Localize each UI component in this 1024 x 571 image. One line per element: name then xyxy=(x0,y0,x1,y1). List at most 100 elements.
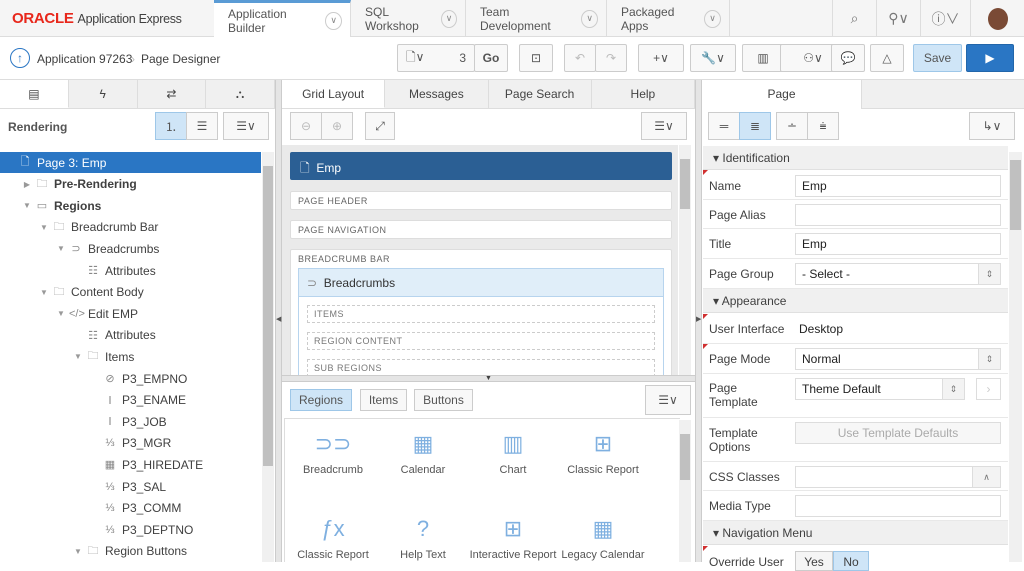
tab-packaged-apps[interactable]: Packaged Apps ∨ xyxy=(607,0,730,37)
expand-toggle-icon[interactable]: ▼ xyxy=(55,244,67,253)
gallery-item[interactable]: ▦ Calendar xyxy=(378,430,468,476)
ordered-list-icon[interactable]: ⒈ xyxy=(155,112,187,140)
gallery-item[interactable]: ▥ Chart xyxy=(468,430,558,476)
tree-node[interactable]: ▼ </> Edit EMP xyxy=(0,303,261,324)
region-content-slot[interactable]: REGION CONTENT xyxy=(307,332,655,350)
chevron-up-icon[interactable]: ∧ xyxy=(972,467,1000,487)
grid-scrollbar[interactable] xyxy=(679,145,691,377)
utilities-menu-button[interactable]: 🔧∨ xyxy=(690,44,736,72)
gallery-tab-regions[interactable]: Regions xyxy=(290,389,352,411)
tree-node[interactable]: ▼ 🗀 Items xyxy=(0,346,261,367)
page-header-slot[interactable]: PAGE HEADER xyxy=(290,191,672,210)
tree-node[interactable]: ▼ 🗀 Content Body xyxy=(0,282,261,303)
tree-node[interactable]: ▦ P3_HIREDATE xyxy=(0,454,261,475)
tree-node[interactable]: Ⅰ P3_ENAME xyxy=(0,390,261,411)
page-alias-input[interactable] xyxy=(795,204,1001,226)
expand-toggle-icon[interactable]: ▼ xyxy=(72,352,84,361)
gallery-item[interactable]: ⊃⊃ Breadcrumb xyxy=(288,430,378,476)
properties-scrollbar[interactable] xyxy=(1009,152,1022,562)
processing-icon[interactable]: ⇄ xyxy=(138,80,207,108)
dynamic-actions-icon[interactable]: ϟ xyxy=(69,80,138,108)
tree-node[interactable]: ▼ ⊃ Breadcrumbs xyxy=(0,238,261,259)
right-splitter[interactable]: ▶ xyxy=(695,80,702,562)
expand-toggle-icon[interactable]: ▼ xyxy=(72,547,84,556)
redo-icon[interactable]: ↷ xyxy=(595,44,627,72)
menu-button[interactable]: ☰∨ xyxy=(223,112,269,140)
chevron-down-icon[interactable]: ∨ xyxy=(704,9,721,28)
middle-splitter[interactable]: ▼ xyxy=(282,375,695,382)
collapse-all-icon[interactable]: ∸ xyxy=(776,112,808,140)
tree-node[interactable]: ▶ 🗀 Pre-Rendering xyxy=(0,174,261,195)
gallery-item[interactable]: ⊞ Classic Report xyxy=(558,430,648,476)
expand-toggle-icon[interactable]: ▼ xyxy=(38,223,50,232)
show-common-icon[interactable]: ═ xyxy=(708,112,740,140)
zoom-in-icon[interactable]: ⊕ xyxy=(321,112,353,140)
left-splitter[interactable]: ◀ xyxy=(275,80,282,562)
tree-node[interactable]: ☷ Attributes xyxy=(0,260,261,281)
expand-icon[interactable]: ⤢ xyxy=(365,112,395,140)
css-classes-input[interactable]: ∧ xyxy=(795,466,1001,488)
lock-icon[interactable]: ⊡ xyxy=(519,44,553,72)
page-navigation-slot[interactable]: PAGE NAVIGATION xyxy=(290,220,672,239)
tree-node[interactable]: ⅓ P3_SAL xyxy=(0,476,261,497)
oracle-logo[interactable]: ORACLE Application Express xyxy=(12,10,182,27)
avatar[interactable] xyxy=(970,0,1024,37)
grid-menu-button[interactable]: ☰∨ xyxy=(641,112,687,140)
gallery-item[interactable]: ? Help Text xyxy=(378,515,468,561)
section-appearance[interactable]: ▾ Appearance xyxy=(703,289,1008,313)
save-button[interactable]: Save xyxy=(913,44,962,72)
name-input[interactable]: Emp xyxy=(795,175,1001,197)
comments-icon[interactable]: 💬 xyxy=(831,44,865,72)
breadcrumb-application[interactable]: Application 97263 xyxy=(37,52,132,66)
page-region[interactable]: 🗋 Emp xyxy=(290,152,672,180)
help-icon[interactable]: ⓘ∨ xyxy=(920,0,970,37)
gallery-scrollbar[interactable] xyxy=(679,420,691,562)
tab-team-development[interactable]: Team Development ∨ xyxy=(466,0,607,37)
create-menu-button[interactable]: +∨ xyxy=(638,44,684,72)
section-navigation-menu[interactable]: ▾ Navigation Menu xyxy=(703,521,1008,545)
tab-page-search[interactable]: Page Search xyxy=(489,80,592,108)
page-template-select[interactable]: Theme Default ⇕ xyxy=(795,378,965,400)
expand-toggle-icon[interactable]: ▼ xyxy=(21,201,33,210)
chevron-down-icon[interactable]: ∨ xyxy=(325,11,342,30)
gallery-tab-buttons[interactable]: Buttons xyxy=(414,389,473,411)
expand-all-icon[interactable]: ⩧ xyxy=(807,112,839,140)
expand-toggle-icon[interactable]: ▼ xyxy=(55,309,67,318)
list-view-icon[interactable]: ☰ xyxy=(186,112,218,140)
chevron-down-icon[interactable]: ∨ xyxy=(441,9,457,28)
tree-scrollbar[interactable] xyxy=(262,152,274,562)
tab-grid-layout[interactable]: Grid Layout xyxy=(282,80,386,108)
gallery-item[interactable]: ⊞ Interactive Report xyxy=(468,515,558,561)
undo-icon[interactable]: ↶ xyxy=(564,44,596,72)
expand-toggle-icon[interactable]: ▼ xyxy=(38,288,50,297)
gallery-item[interactable]: ▦ Legacy Calendar xyxy=(558,515,648,561)
tab-sql-workshop[interactable]: SQL Workshop ∨ xyxy=(351,0,466,37)
items-slot[interactable]: ITEMS xyxy=(307,305,655,323)
go-to-group-button[interactable]: ↳∨ xyxy=(969,112,1015,140)
breadcrumbs-region[interactable]: ⊃ Breadcrumbs ITEMS REGION CONTENT SUB R… xyxy=(298,268,664,378)
tree-node[interactable]: ☷ Attributes xyxy=(0,325,261,346)
show-all-icon[interactable]: ≣ xyxy=(739,112,771,140)
gallery-item[interactable]: ƒx Classic Report xyxy=(288,515,378,561)
shared-components-icon[interactable]: ▥ xyxy=(742,44,784,72)
override-yes-button[interactable]: Yes xyxy=(795,551,833,571)
chevron-right-icon[interactable]: › xyxy=(976,378,1001,400)
search-icon[interactable]: ⌕ xyxy=(832,0,876,37)
tree-node[interactable]: ▼ 🗀 Region Buttons xyxy=(0,541,261,562)
page-mode-select[interactable]: Normal ⇕ xyxy=(795,348,1001,370)
zoom-out-icon[interactable]: ⊖ xyxy=(290,112,322,140)
media-type-input[interactable] xyxy=(795,495,1001,517)
rendering-icon[interactable]: ▤ xyxy=(0,80,69,108)
title-input[interactable]: Emp xyxy=(795,233,1001,255)
gallery-tab-items[interactable]: Items xyxy=(360,389,407,411)
up-arrow-icon[interactable]: ↑ xyxy=(10,48,30,68)
gallery-menu-button[interactable]: ☰∨ xyxy=(645,385,691,415)
tree-node[interactable]: Ⅰ P3_JOB xyxy=(0,411,261,432)
section-identification[interactable]: ▾ Identification xyxy=(703,146,1008,170)
tab-help[interactable]: Help xyxy=(592,80,695,108)
use-template-defaults-button[interactable]: Use Template Defaults xyxy=(795,422,1001,444)
tree-node[interactable]: 🗋 Page 3: Emp xyxy=(0,152,261,173)
tab-page[interactable]: Page xyxy=(702,80,862,109)
run-icon[interactable]: ▶ xyxy=(966,44,1014,72)
shared-components-icon[interactable]: ⛬ xyxy=(206,80,275,108)
